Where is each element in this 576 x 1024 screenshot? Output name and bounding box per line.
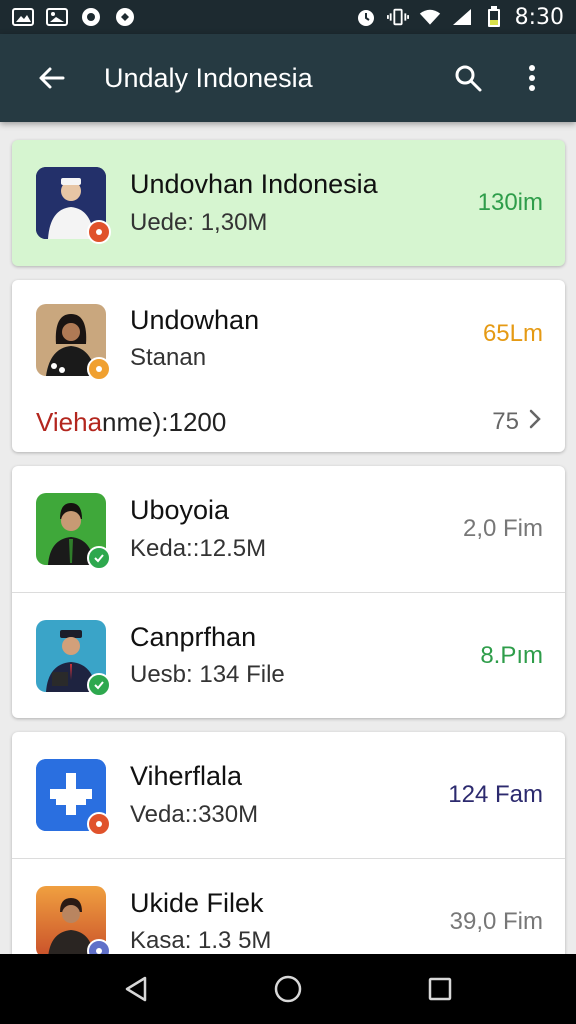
channel-list: Undovhan Indonesia Uede: 1,30M 130im Und… xyxy=(12,140,565,998)
status-badge xyxy=(87,812,111,836)
list-card[interactable]: Viherflala Veda::330M 124 Fam Ukide File… xyxy=(12,732,565,984)
app-bar: Undaly Indonesia xyxy=(0,34,576,122)
avatar xyxy=(36,304,111,381)
list-card[interactable]: Undovhan Indonesia Uede: 1,30M 130im xyxy=(12,140,565,266)
signal-icon xyxy=(451,7,473,27)
avatar xyxy=(36,759,111,836)
chat-icon xyxy=(80,7,102,27)
footer-accent: Vieha xyxy=(36,406,103,437)
home-circle-icon[interactable] xyxy=(264,965,312,1013)
search-icon[interactable] xyxy=(446,56,490,100)
item-subtitle: Stanan xyxy=(130,344,207,372)
notification-icons xyxy=(12,7,136,27)
footer-count: 75 xyxy=(492,408,519,435)
status-time: 8:30 xyxy=(514,4,564,30)
back-arrow-icon[interactable] xyxy=(30,56,74,100)
status-badge xyxy=(87,357,111,381)
footer-summary: Viehanme):1200 xyxy=(36,407,226,438)
check-badge-icon xyxy=(87,546,111,570)
list-item[interactable]: Viherflala Veda::330M 124 Fam xyxy=(12,732,565,858)
list-card[interactable]: Uboyoia Keda::12.5M 2,0 Fim Canprfhan Ue… xyxy=(12,466,565,718)
item-meta: 2,0 Fim xyxy=(462,515,543,542)
list-item[interactable]: Undowhan Stanan 65Lm xyxy=(12,280,565,392)
footer-value: nme):1200 xyxy=(102,406,227,437)
status-badge xyxy=(87,220,111,244)
sync-icon xyxy=(114,7,136,27)
status-bar: 8:30 xyxy=(0,0,576,34)
recents-square-icon[interactable] xyxy=(416,965,464,1013)
list-item[interactable]: Canprfhan Uesb: 134 File 8.Pım xyxy=(12,592,565,718)
page-title: Undaly Indonesia xyxy=(104,62,313,93)
vibrate-icon xyxy=(386,7,409,27)
wifi-icon xyxy=(419,7,441,27)
check-badge-icon xyxy=(87,672,111,697)
list-item[interactable]: Undovhan Indonesia Uede: 1,30M 130im xyxy=(12,140,565,266)
avatar xyxy=(36,885,111,963)
list-card[interactable]: Undowhan Stanan 65Lm Viehanme):1200 75 xyxy=(12,280,565,452)
item-meta: 65Lm xyxy=(482,320,543,347)
avatar xyxy=(36,167,111,244)
item-meta: 130im xyxy=(477,189,543,216)
card-footer[interactable]: Viehanme):1200 75 xyxy=(12,392,565,452)
more-vertical-icon[interactable] xyxy=(510,56,554,100)
system-nav-bar xyxy=(0,954,576,1024)
footer-count-link[interactable]: 75 xyxy=(492,408,541,436)
image-icon xyxy=(46,7,68,27)
alarm-icon xyxy=(355,7,377,27)
battery-icon xyxy=(483,6,505,27)
avatar xyxy=(36,619,111,697)
system-icons: 8:30 xyxy=(355,5,564,30)
item-meta: 39,0 Fim xyxy=(449,907,543,935)
item-meta: 8.Pım xyxy=(480,641,543,669)
list-item[interactable]: Uboyoia Keda::12.5M 2,0 Fim xyxy=(12,466,565,592)
chevron-right-icon xyxy=(529,408,541,436)
avatar xyxy=(36,493,111,570)
gallery-icon xyxy=(12,7,34,27)
item-meta: 124 Fam xyxy=(448,781,543,808)
back-triangle-icon[interactable] xyxy=(112,965,160,1013)
